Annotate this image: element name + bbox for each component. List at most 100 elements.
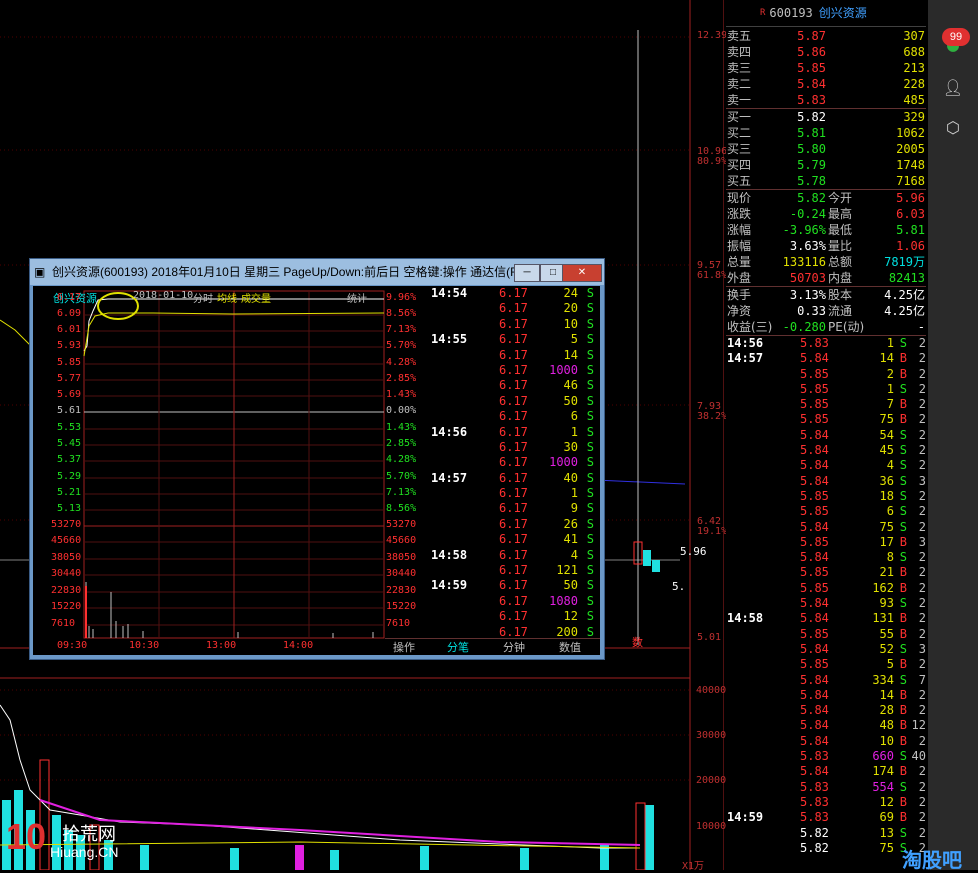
volume-axis-label: 20000 <box>696 775 727 786</box>
stat-label: 今开 <box>828 191 853 205</box>
tick-list[interactable]: 14:56 5.83 1 S 2 14:57 5.84 14 B 2 5.85 2 B 2 5.85 1 S 2 5… <box>726 336 926 866</box>
stat-label: 最低 <box>828 223 853 237</box>
tick-price: 6.17 <box>499 593 528 608</box>
tick-direction: B <box>899 397 907 412</box>
intraday-chart[interactable] <box>33 286 427 655</box>
tick-volume: 4 <box>886 458 894 473</box>
tick-direction: S <box>899 427 907 442</box>
volume-label[interactable]: 成交量 <box>241 290 271 305</box>
order-volume: 7168 <box>896 174 925 188</box>
tick-price: 6.17 <box>499 301 528 316</box>
bid-list: 买一 5.82 329 买二 5.81 1062 买三 5.80 2005 买四 5.79 1748 买… <box>726 109 926 189</box>
popup-titlebar[interactable]: ▣ 创兴资源(600193) 2018年01月10日 星期三 PageUp/Do… <box>30 259 604 285</box>
price-axis-label: 5.61 <box>57 405 82 416</box>
user-icon[interactable]: 👤︎ <box>941 76 965 100</box>
stock-name: 创兴资源 <box>818 6 867 20</box>
volume-axis-label: 30440 <box>51 568 82 579</box>
tick-price: 6.17 <box>499 424 528 439</box>
tick-row: 5.84 48 B 12 <box>726 718 926 733</box>
tick-direction: B <box>899 611 907 626</box>
tick-price: 6.17 <box>499 578 528 593</box>
tick-volume: 131 <box>872 611 894 626</box>
order-price: 5.80 <box>797 142 826 156</box>
tab-operate[interactable]: 操作 <box>393 639 415 656</box>
tick-volume: 20 <box>563 301 578 316</box>
percent-axis-label: 5.70% <box>386 471 417 482</box>
tick-volume: 174 <box>872 764 894 779</box>
stat-label: 流通 <box>828 304 853 318</box>
tick-volume: 1080 <box>549 593 578 608</box>
popup-tick-row: 6.17 10 S <box>427 317 600 332</box>
watermark-logo: 10 拾荒网 Hiuang.CN <box>6 816 119 860</box>
tab-ticks[interactable]: 分笔 <box>447 639 469 656</box>
percent-axis-label: 1.43% <box>386 422 417 433</box>
tab-values[interactable]: 数值 <box>559 639 581 656</box>
tick-volume: 75 <box>879 519 894 534</box>
stat-row: 现价 5.82 今开 5.96 <box>726 190 926 206</box>
tick-volume: 54 <box>879 427 894 442</box>
tick-row: 5.85 2 B 2 <box>726 367 926 382</box>
tick-time: 14:59 <box>431 578 468 593</box>
tick-direction: S <box>899 672 907 687</box>
tick-time: 14:56 <box>431 424 468 439</box>
tick-direction: B <box>899 733 907 748</box>
tick-volume: 10 <box>563 316 578 331</box>
tick-time: 14:54 <box>431 286 468 300</box>
tick-price: 6.17 <box>499 516 528 531</box>
close-button[interactable]: ✕ <box>562 264 602 282</box>
tick-price: 5.84 <box>800 443 829 458</box>
tick-row: 5.84 4 S 2 <box>726 458 926 473</box>
price-axis-label: 5.21 <box>57 487 82 498</box>
tick-volume: 46 <box>563 378 578 393</box>
tick-direction: S <box>586 455 594 470</box>
tick-row: 5.85 162 B 2 <box>726 581 926 596</box>
tick-count: 3 <box>918 473 926 488</box>
tick-count: 2 <box>918 687 926 702</box>
tick-count: 2 <box>918 519 926 534</box>
tick-volume: 660 <box>872 749 894 764</box>
tick-volume: 6 <box>570 409 578 424</box>
tick-direction: S <box>899 443 907 458</box>
tick-volume: 7 <box>886 397 894 412</box>
notification-badge: 99 <box>942 28 970 46</box>
order-volume: 1748 <box>896 158 925 172</box>
order-level-label: 买二 <box>727 126 752 140</box>
stat-value: 5.82 <box>797 191 826 205</box>
volume-axis-label: 15220 <box>51 601 82 612</box>
stat-value: 6.03 <box>896 207 925 221</box>
stat-label: 涨幅 <box>727 223 752 237</box>
price-axis-label: 5.01 <box>697 632 722 643</box>
tick-direction: S <box>586 439 594 454</box>
stats-button[interactable]: 统计 <box>347 290 367 305</box>
tick-count: 2 <box>918 657 926 672</box>
tick-row: 5.84 45 S 2 <box>726 443 926 458</box>
stat-value: - <box>917 320 925 334</box>
intraday-popup-window[interactable]: ▣ 创兴资源(600193) 2018年01月10日 星期三 PageUp/Do… <box>29 258 605 660</box>
tick-volume: 12 <box>563 609 578 624</box>
time-axis-label: 13:00 <box>206 640 237 651</box>
percent-axis-label: 4.28% <box>386 454 417 465</box>
tick-price: 5.83 <box>800 779 829 794</box>
cube-icon[interactable]: ⬡ <box>941 116 965 140</box>
tick-price: 5.85 <box>800 580 829 595</box>
avg-line-label[interactable]: 均线 <box>217 290 237 305</box>
tick-direction: B <box>899 565 907 580</box>
tick-direction: B <box>899 534 907 549</box>
popup-tick-list[interactable]: 14:54 6.17 24 S 6.17 20 S 6.17 10 S 14:55 6.17 5 S 6.1… <box>427 286 600 640</box>
price-axis-label: 6.17 <box>57 292 82 303</box>
tick-row: 5.85 6 S 2 <box>726 504 926 519</box>
tick-row: 5.82 75 S 2 <box>726 841 926 856</box>
tick-volume: 30 <box>563 439 578 454</box>
tick-volume: 10 <box>879 733 894 748</box>
tick-price: 5.83 <box>800 336 829 350</box>
popup-tick-row: 14:57 6.17 40 S <box>427 471 600 486</box>
tick-row: 14:56 5.83 1 S 2 <box>726 336 926 351</box>
bid-row: 买三 5.80 2005 <box>726 141 926 157</box>
tick-volume: 5 <box>886 657 894 672</box>
percent-axis-label: 1.43% <box>386 389 417 400</box>
tick-price: 6.17 <box>499 316 528 331</box>
stat-value: -3.96% <box>782 223 826 237</box>
minimize-button[interactable]: ─ <box>514 264 540 282</box>
tab-minute[interactable]: 分钟 <box>503 639 525 656</box>
stat-label: 净资 <box>727 304 752 318</box>
